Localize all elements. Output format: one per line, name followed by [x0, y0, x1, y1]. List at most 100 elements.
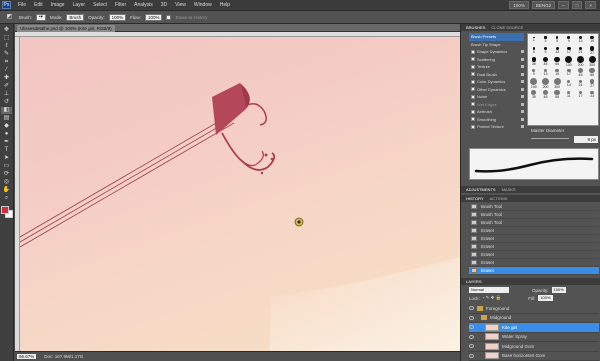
master-diameter-slider[interactable] [531, 138, 569, 139]
menu-image[interactable]: Image [47, 2, 69, 8]
blend-mode-select[interactable]: Normal [469, 287, 509, 293]
crop-icon[interactable]: ⌗ [1, 59, 12, 66]
brush-option-row[interactable]: Shape Dynamics [469, 48, 524, 56]
brush-option-row[interactable]: Brush Tip Shape [469, 41, 524, 49]
mode-select[interactable]: Brush [66, 13, 85, 21]
quick-select-icon[interactable]: ✎ [1, 51, 12, 58]
shape-dynamics-checkbox[interactable] [471, 49, 475, 54]
blur-icon[interactable]: ◆ [1, 123, 12, 130]
brush-option-row[interactable]: Airbrush [469, 108, 524, 116]
brush-preset[interactable]: 27 [590, 46, 595, 55]
tab-brushes[interactable]: Brushes [464, 25, 487, 30]
gradient-icon[interactable]: ▤ [1, 115, 12, 122]
visibility-eye-icon[interactable] [469, 306, 474, 311]
brush-icon[interactable]: ✐ [1, 83, 12, 90]
brush-preset[interactable]: 17 [579, 90, 582, 98]
brush-preset[interactable]: 1 [533, 36, 535, 42]
brush-option-row[interactable]: Dual Brush [469, 71, 524, 79]
visibility-eye-icon[interactable] [469, 334, 474, 339]
path-select-icon[interactable]: ➤ [1, 155, 12, 162]
document-tab[interactable]: Ulissesdetalhe.psd @ 100% (Kite girl, RG… [17, 25, 115, 32]
history-item[interactable]: Eraser [469, 251, 599, 259]
menu-select[interactable]: Select [89, 2, 111, 8]
document-canvas[interactable] [20, 37, 460, 351]
fill-field[interactable]: 100% [538, 295, 553, 301]
eyedropper-icon[interactable]: ⁄ [1, 67, 12, 74]
shape-icon[interactable]: ▭ [1, 163, 12, 170]
erase-to-history-checkbox[interactable] [166, 14, 172, 20]
status-zoom[interactable]: 66.67% [17, 354, 37, 359]
zoom-icon[interactable]: ⌕ [1, 195, 12, 202]
menu-edit[interactable]: Edit [30, 2, 47, 8]
brush-preset[interactable]: 65 [589, 67, 596, 77]
history-item[interactable]: Eraser [469, 243, 599, 251]
brush-preset[interactable]: 300 [588, 56, 596, 67]
visibility-eye-icon[interactable] [469, 325, 474, 330]
layer-row[interactable]: Foreground [469, 304, 599, 314]
history-item[interactable]: Eraser [469, 227, 599, 235]
layer-row[interactable]: Midground [469, 314, 599, 323]
lock-icon[interactable] [521, 57, 524, 61]
brush-preset[interactable]: 39 [531, 90, 537, 99]
flow-field[interactable]: 100% [144, 13, 163, 21]
brush-preset[interactable]: 59 [554, 89, 560, 99]
tab-adjustments[interactable]: Adjustments [464, 187, 498, 192]
foreground-color-swatch[interactable] [0, 206, 9, 214]
brush-preset[interactable]: 17 [567, 46, 571, 54]
visibility-eye-icon[interactable] [469, 353, 474, 358]
brush-option-row[interactable]: Brush Presets [469, 33, 524, 41]
brush-option-row[interactable]: Wet Edges [469, 101, 524, 109]
brush-preset[interactable]: 11 [567, 91, 571, 98]
tab-actions[interactable]: Actions [488, 196, 510, 201]
brush-option-row[interactable]: Protect Texture [469, 123, 524, 131]
layer-opacity-field[interactable]: 100% [551, 287, 566, 293]
brush-picker[interactable]: •▾ [36, 13, 46, 21]
menu-filter[interactable]: Filter [111, 2, 130, 8]
marquee-icon[interactable]: ⬚ [1, 35, 12, 42]
lock-icon[interactable] [521, 87, 524, 91]
tab-history[interactable]: History [464, 196, 486, 201]
history-item-selected[interactable]: Eraser [469, 267, 599, 275]
lock-icon[interactable] [521, 80, 524, 84]
zoom-level-dropdown[interactable]: 100% [509, 1, 529, 9]
brush-preset[interactable]: 45 [577, 67, 583, 77]
brush-preset[interactable]: 9 [532, 69, 536, 76]
pen-icon[interactable]: ✒ [1, 139, 12, 146]
brush-preset[interactable]: 65 [554, 56, 561, 66]
brush-option-row[interactable]: Color Dynamics [469, 78, 524, 86]
history-brush-icon[interactable]: ↺ [1, 99, 12, 106]
brush-preset[interactable]: 19 [590, 35, 594, 43]
lock-icon[interactable] [521, 65, 524, 69]
layer-row[interactable]: Midground Gom [469, 342, 599, 352]
brush-preset[interactable]: 100 [530, 78, 538, 89]
eraser-preset-icon[interactable]: ◩ [4, 14, 15, 21]
brush-preset[interactable]: 46 [542, 89, 549, 99]
visibility-eye-icon[interactable] [469, 315, 474, 320]
option-checkbox[interactable] [471, 87, 475, 92]
clone-stamp-icon[interactable]: ⊥ [1, 91, 12, 98]
option-checkbox[interactable] [471, 72, 475, 77]
hand-icon[interactable]: ✋ [1, 187, 12, 194]
opacity-field[interactable]: 100% [108, 13, 127, 21]
lock-icon[interactable] [521, 110, 524, 114]
menu-3d[interactable]: 3D [157, 2, 171, 8]
brush-preset[interactable]: 23 [590, 90, 594, 98]
brush-preset[interactable]: 19 [555, 68, 559, 76]
brush-preset[interactable]: 13 [555, 46, 559, 54]
brush-preset[interactable]: 200 [541, 78, 549, 89]
brush-preset[interactable]: 100 [565, 56, 573, 67]
brush-preset[interactable]: 17 [567, 68, 571, 76]
brush-preset[interactable]: 9 [544, 47, 547, 54]
tab-layers[interactable]: Layers [464, 279, 484, 284]
3d-rotate-icon[interactable]: ⟳ [1, 171, 12, 178]
visibility-eye-icon[interactable] [469, 344, 474, 349]
menu-layer[interactable]: Layer [69, 2, 90, 8]
type-icon[interactable]: T [1, 147, 12, 154]
brush-preset[interactable]: 14 [567, 79, 571, 87]
dodge-icon[interactable]: ● [1, 131, 12, 138]
master-diameter-field[interactable]: 9 px [574, 136, 598, 143]
history-item[interactable]: Brush Tool [469, 219, 599, 227]
brush-preset[interactable]: 9 [567, 36, 571, 43]
option-checkbox[interactable] [471, 94, 475, 99]
menu-window[interactable]: Window [190, 2, 216, 8]
